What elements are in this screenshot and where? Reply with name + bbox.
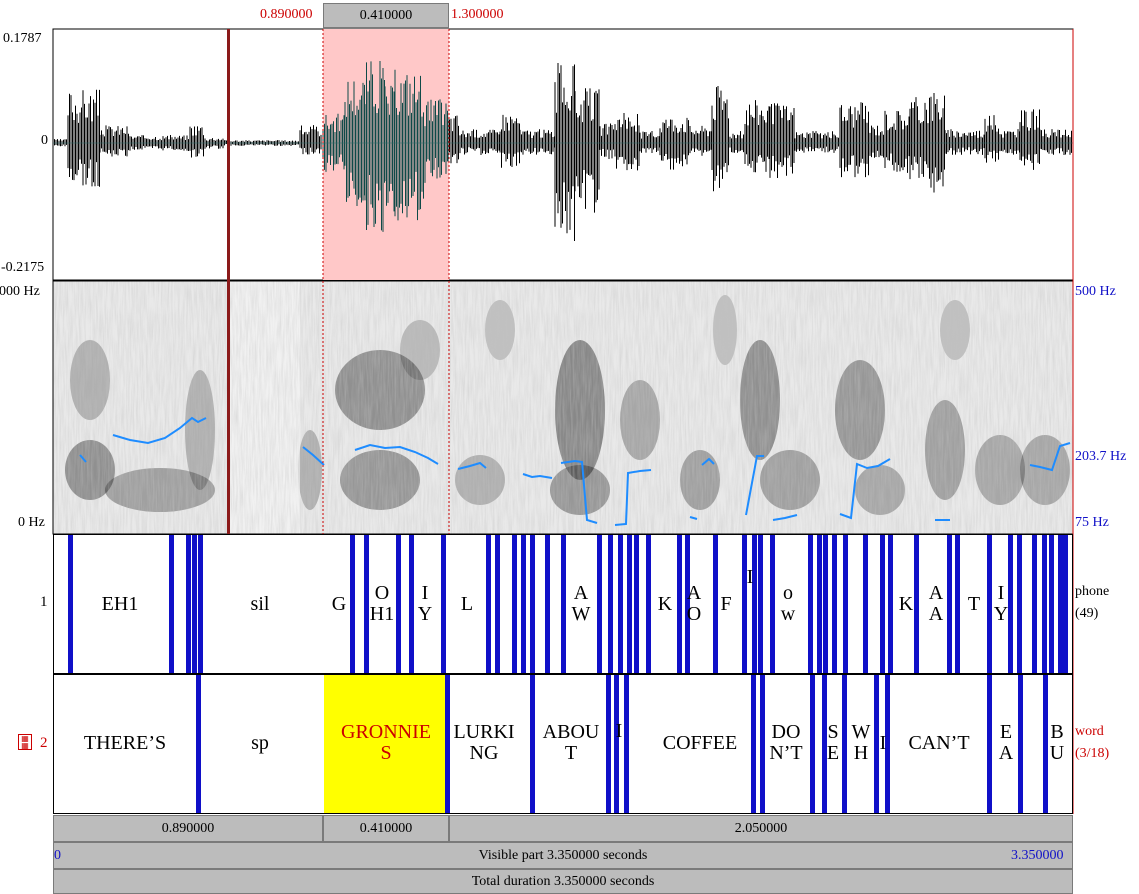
interval-label: IY bbox=[993, 582, 1009, 625]
spectrogram bbox=[53, 281, 1073, 534]
interval-boundary[interactable] bbox=[192, 535, 197, 673]
total-duration-bar[interactable]: Total duration 3.350000 seconds bbox=[53, 869, 1073, 894]
tier1-count: (49) bbox=[1075, 606, 1099, 621]
interval-label: L bbox=[460, 592, 474, 615]
tier2-name: word bbox=[1075, 724, 1104, 739]
tier1-number: 1 bbox=[40, 594, 48, 610]
tier2-number: 2 bbox=[40, 735, 48, 751]
tier2-count: (3/18) bbox=[1075, 746, 1110, 761]
tier1-name: phone bbox=[1075, 584, 1110, 599]
visible-end-label: 3.350000 bbox=[1011, 848, 1064, 863]
interval-label: ow bbox=[780, 582, 796, 625]
left-segment-button[interactable]: 0.890000 bbox=[53, 815, 323, 842]
interval-label: EH1 bbox=[101, 592, 139, 615]
interval-label: THERE’S bbox=[83, 731, 167, 754]
total-duration-text: Total duration 3.350000 seconds bbox=[471, 873, 655, 889]
visible-part-text: Visible part 3.350000 seconds bbox=[478, 847, 648, 863]
interval-label: sp bbox=[251, 731, 269, 754]
visible-start-label: 0 bbox=[54, 848, 61, 863]
interval-boundary[interactable] bbox=[186, 535, 191, 673]
visible-part-bar[interactable]: Visible part 3.350000 seconds bbox=[53, 842, 1073, 869]
selected-segment-button[interactable]: 0.410000 bbox=[323, 815, 449, 842]
tier-lock-icon[interactable]: ▦ ▦ bbox=[18, 734, 32, 750]
interval-label: BU bbox=[1049, 721, 1065, 764]
interval-boundary[interactable] bbox=[1063, 535, 1068, 673]
right-segment-button[interactable]: 2.050000 bbox=[449, 815, 1073, 842]
